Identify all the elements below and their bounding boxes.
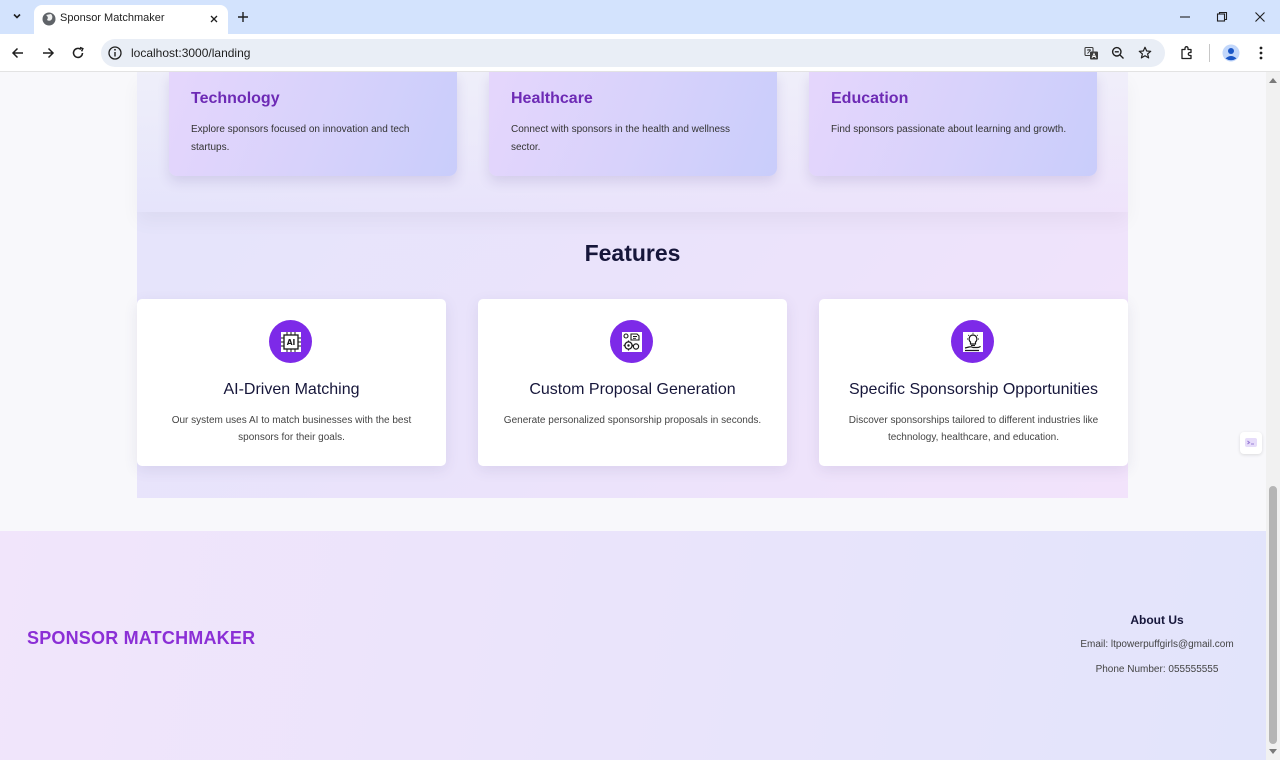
ai-chip-icon: AI bbox=[269, 320, 312, 363]
browser-tab[interactable]: Sponsor Matchmaker bbox=[34, 5, 228, 34]
industry-card-technology[interactable]: Technology Explore sponsors focused on i… bbox=[169, 72, 457, 176]
about-us-heading: About Us bbox=[1130, 613, 1184, 627]
restore-button[interactable] bbox=[1213, 8, 1231, 26]
close-icon bbox=[1255, 12, 1265, 22]
browser-tab-bar: Sponsor Matchmaker bbox=[0, 0, 1280, 34]
tab-title: Sponsor Matchmaker bbox=[60, 12, 165, 24]
reload-icon bbox=[72, 46, 84, 59]
industry-description: Explore sponsors focused on innovation a… bbox=[191, 124, 410, 153]
toolbar-divider bbox=[1209, 44, 1210, 62]
industry-title: Education bbox=[831, 90, 909, 107]
lightbulb-hand-icon bbox=[951, 320, 994, 363]
feature-title: AI-Driven Matching bbox=[223, 381, 360, 398]
reload-button[interactable] bbox=[68, 43, 88, 63]
browser-menu-button[interactable] bbox=[1252, 44, 1270, 62]
industry-title: Technology bbox=[191, 90, 280, 107]
close-icon bbox=[210, 15, 218, 23]
close-window-button[interactable] bbox=[1251, 8, 1269, 26]
arrow-right-icon bbox=[43, 47, 55, 59]
feature-card-ai-matching: AI AI-Driven Matching Our system uses AI… bbox=[137, 299, 446, 466]
minimize-button[interactable] bbox=[1176, 8, 1194, 26]
contact-email: Email: ltpowerpuffgirls@gmail.com bbox=[1080, 639, 1234, 650]
chevron-down-icon bbox=[13, 13, 21, 19]
contact-phone: Phone Number: 055555555 bbox=[1095, 664, 1219, 675]
industry-title: Healthcare bbox=[511, 90, 593, 107]
feature-description: Generate personalized sponsorship propos… bbox=[503, 415, 762, 426]
star-icon bbox=[1138, 46, 1152, 59]
puzzle-icon bbox=[1181, 46, 1192, 60]
minimize-icon bbox=[1180, 16, 1190, 18]
site-info-icon[interactable] bbox=[107, 45, 123, 61]
scroll-up-arrow[interactable] bbox=[1269, 76, 1277, 84]
feature-card-proposal-generation: Custom Proposal Generation Generate pers… bbox=[478, 299, 787, 466]
tab-close-button[interactable] bbox=[206, 11, 222, 27]
extensions-button[interactable] bbox=[1178, 44, 1196, 62]
translate-icon bbox=[1083, 46, 1098, 59]
bookmark-button[interactable] bbox=[1137, 45, 1153, 61]
page-viewport: Technology Explore sponsors focused on i… bbox=[0, 72, 1266, 760]
new-tab-button[interactable] bbox=[234, 8, 252, 26]
scroll-down-arrow[interactable] bbox=[1269, 748, 1277, 756]
feature-title: Specific Sponsorship Opportunities bbox=[848, 381, 1099, 398]
avatar-icon bbox=[1222, 44, 1240, 62]
scrollbar-thumb[interactable] bbox=[1269, 486, 1277, 744]
globe-icon bbox=[42, 12, 56, 26]
triangle-up-icon bbox=[1269, 78, 1277, 83]
arrow-left-icon bbox=[11, 47, 23, 59]
zoom-icon bbox=[1111, 46, 1124, 59]
zoom-button[interactable] bbox=[1110, 45, 1126, 61]
page-scrollbar[interactable] bbox=[1266, 72, 1280, 760]
feature-card-sponsorship-opportunities: Specific Sponsorship Opportunities Disco… bbox=[819, 299, 1128, 466]
ai-chip-label: AI bbox=[286, 338, 295, 347]
url-text: localhost:3000/landing bbox=[131, 46, 251, 60]
more-vertical-icon bbox=[1259, 46, 1263, 60]
address-bar[interactable]: localhost:3000/landing bbox=[101, 39, 1165, 67]
proposal-gears-icon bbox=[610, 320, 653, 363]
feature-description: Our system uses AI to match businesses w… bbox=[171, 415, 412, 443]
site-footer: SPONSOR MATCHMAKER About Us Email: ltpow… bbox=[0, 531, 1266, 760]
browser-toolbar: localhost:3000/landing bbox=[0, 34, 1280, 72]
floating-widget-button[interactable] bbox=[1240, 432, 1262, 454]
feature-description: Discover sponsorships tailored to differ… bbox=[848, 415, 1099, 443]
industry-description: Find sponsors passionate about learning … bbox=[831, 124, 1067, 135]
industry-card-education[interactable]: Education Find sponsors passionate about… bbox=[809, 72, 1097, 176]
industry-description: Connect with sponsors in the health and … bbox=[511, 124, 731, 153]
chat-widget-icon bbox=[1245, 438, 1257, 447]
feature-title: Custom Proposal Generation bbox=[529, 381, 736, 398]
plus-icon bbox=[238, 12, 248, 22]
tab-search-button[interactable] bbox=[7, 6, 27, 26]
restore-icon bbox=[1216, 11, 1228, 22]
triangle-down-icon bbox=[1269, 749, 1277, 754]
back-button[interactable] bbox=[8, 43, 28, 63]
profile-button[interactable] bbox=[1222, 44, 1240, 62]
translate-button[interactable] bbox=[1083, 45, 1099, 61]
forward-button[interactable] bbox=[38, 43, 58, 63]
features-heading: Features bbox=[584, 240, 681, 266]
footer-brand-logo[interactable]: SPONSOR MATCHMAKER bbox=[27, 628, 255, 649]
industry-card-healthcare[interactable]: Healthcare Connect with sponsors in the … bbox=[489, 72, 777, 176]
footer-about-section: About Us Email: ltpowerpuffgirls@gmail.c… bbox=[1048, 613, 1266, 689]
